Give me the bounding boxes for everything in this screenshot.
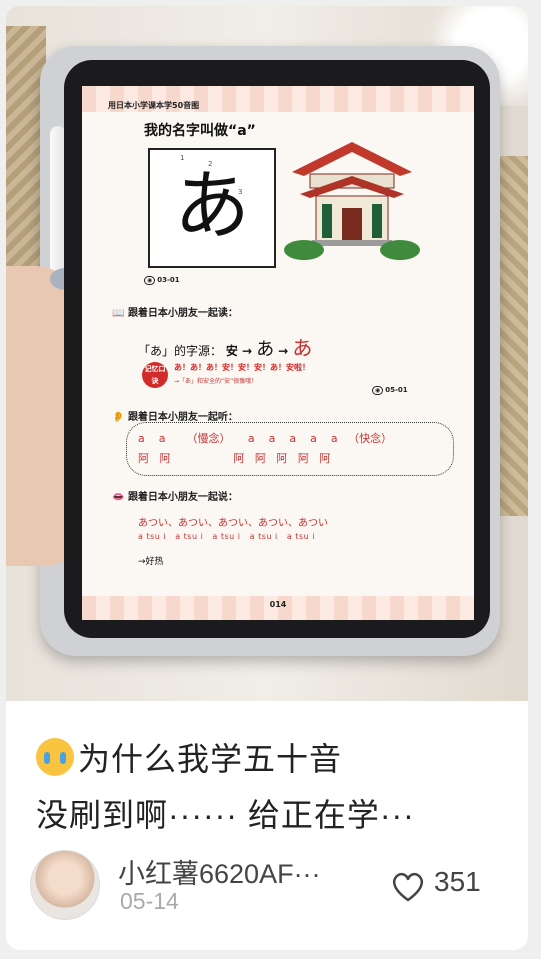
memory-tip-subtext: →「あ」和安全的“安”很像哦！ — [174, 378, 258, 385]
memory-tip-badge: 记忆口诀 — [142, 362, 168, 388]
stroke-number-3: 3 — [238, 188, 243, 196]
kana-writing-box: あ 1 2 3 — [148, 148, 276, 268]
audio-icon: ◉ — [372, 386, 384, 395]
post-image[interactable]: 用日本小学课本学50音图 我的名字叫做“a” あ 1 2 3 ◉ 03-01 📖… — [6, 6, 528, 701]
ear-icon: 👂 — [112, 412, 125, 423]
book-header: 用日本小学课本学50音图 — [108, 101, 200, 110]
post-date: 05-14 — [120, 888, 179, 914]
listen-section-title: 👂 跟着日本小朋友一起听： — [112, 412, 238, 423]
audio-icon: ◉ — [144, 276, 156, 285]
kana-character: あ — [174, 161, 250, 250]
avatar[interactable] — [30, 850, 100, 920]
page-number: 014 — [269, 600, 287, 609]
username[interactable]: 小红薯6620AF··· — [118, 852, 321, 891]
read-section-title: 📖 跟着日本小朋友一起读： — [112, 308, 238, 319]
audio-badge: ◉ 03-01 — [144, 276, 180, 285]
speak-meaning: →好热 — [138, 557, 164, 567]
memory-tip-text: あ！あ！あ！安！安！安！あ！安啦！ — [174, 363, 310, 372]
kana-name-title: 我的名字叫做“a” — [144, 123, 256, 139]
like-count: 351 — [434, 866, 481, 897]
listen-hanzi-row: 阿 阿 阿 阿 阿 阿 阿 — [138, 452, 331, 465]
crying-face-icon — [36, 738, 74, 776]
stroke-number-2: 2 — [208, 160, 213, 168]
temple-illustration — [284, 142, 420, 260]
speak-kana-row: あつい、あつい、あつい、あつい、あつい — [138, 518, 328, 529]
speak-romaji-row: a tsu i a tsu i a tsu i a tsu i a tsu i — [138, 532, 315, 541]
post-title[interactable]: 为什么我学五十音 没刷到啊······ 给正在学··· — [36, 731, 506, 843]
stroke-number-1: 1 — [180, 154, 185, 162]
heart-outline-icon[interactable] — [388, 866, 428, 906]
audio-badge-2: ◉ 05-01 — [372, 386, 408, 395]
mouth-icon: 👄 — [112, 492, 125, 503]
listen-romaji-row: a a （慢念） a a a a a （快念） — [138, 432, 393, 445]
tablet-screen: 用日本小学课本学50音图 我的名字叫做“a” あ 1 2 3 ◉ 03-01 📖… — [82, 86, 474, 620]
post-card[interactable]: 用日本小学课本学50音图 我的名字叫做“a” あ 1 2 3 ◉ 03-01 📖… — [6, 6, 528, 950]
speak-section-title: 👄 跟着日本小朋友一起说： — [112, 492, 238, 503]
kana-origin-line: 「あ」的字源： 安 → あ → あ — [138, 336, 313, 360]
book-icon: 📖 — [112, 308, 125, 319]
